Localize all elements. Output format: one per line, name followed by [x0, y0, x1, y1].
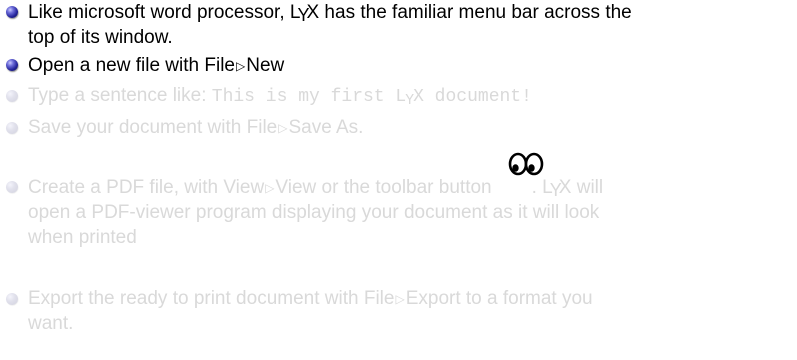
text-segment: This is my first L	[211, 87, 407, 107]
list-item: Create a PDF file, with View▷View or the…	[0, 152, 797, 256]
list-item-text: Save your document with File▷Save As.	[28, 115, 363, 142]
list-item-text: Like microsoft word processor, LYX has t…	[28, 0, 632, 25]
text-segment: Create a PDF file, with View	[28, 177, 265, 198]
list-item-text-line2: open a PDF-viewer program displaying you…	[28, 202, 600, 223]
code-text: This is my first LYX document!	[211, 87, 532, 109]
bullet-icon	[6, 90, 18, 102]
text-segment: Open a new file with File	[28, 55, 235, 76]
list-item-text: Create a PDF file, with View▷View or the…	[28, 175, 603, 202]
text-segment: Save your document with File	[28, 117, 278, 138]
text-segment: Type a sentence like:	[28, 85, 212, 106]
list-item: Save your document with File▷Save As.	[0, 117, 797, 142]
text-segment: X document!	[413, 87, 532, 107]
menu-arrow-icon: ▷	[278, 121, 288, 135]
list-item-text: Type a sentence like: This is my first L…	[28, 83, 532, 111]
text-segment: Like microsoft word processor, L	[28, 2, 301, 23]
bullet-icon	[6, 122, 18, 134]
bullet-icon	[6, 181, 18, 193]
text-segment: Export the ready to print document with …	[28, 288, 395, 309]
text-segment: View or the toolbar button	[275, 177, 492, 198]
text-segment: X has the familiar menu bar across the	[306, 2, 632, 23]
text-segment: New	[246, 55, 285, 76]
text-segment: X will	[558, 177, 604, 198]
bullet-icon	[6, 293, 18, 305]
eyes-icon[interactable]	[508, 150, 544, 176]
list-item-text: Open a new file with File▷New	[28, 53, 284, 80]
lyx-logo-y: Y	[549, 180, 562, 200]
text-segment: Export to a format you	[405, 288, 593, 309]
list-item: Export the ready to print document with …	[0, 287, 797, 337]
list-item: Open a new file with File▷New	[0, 53, 797, 78]
menu-arrow-icon: ▷	[236, 59, 246, 73]
list-item-text-line2: want.	[28, 313, 74, 334]
bullet-icon	[6, 59, 18, 71]
list-item: Type a sentence like: This is my first L…	[0, 85, 797, 110]
lyx-logo-y: Y	[297, 5, 310, 25]
list-item-text-line3: when printed	[28, 227, 137, 248]
bullet-icon	[6, 6, 18, 18]
list-item-text: Export the ready to print document with …	[28, 286, 593, 313]
list-item: Like microsoft word processor, LYX has t…	[0, 0, 797, 50]
slide: Like microsoft word processor, LYX has t…	[0, 0, 797, 360]
text-segment: Save As.	[288, 117, 364, 138]
lyx-logo-y: Y	[405, 93, 415, 109]
list-item-text-line2: top of its window.	[28, 27, 173, 48]
menu-arrow-icon: ▷	[395, 292, 405, 306]
menu-arrow-icon: ▷	[265, 181, 275, 195]
